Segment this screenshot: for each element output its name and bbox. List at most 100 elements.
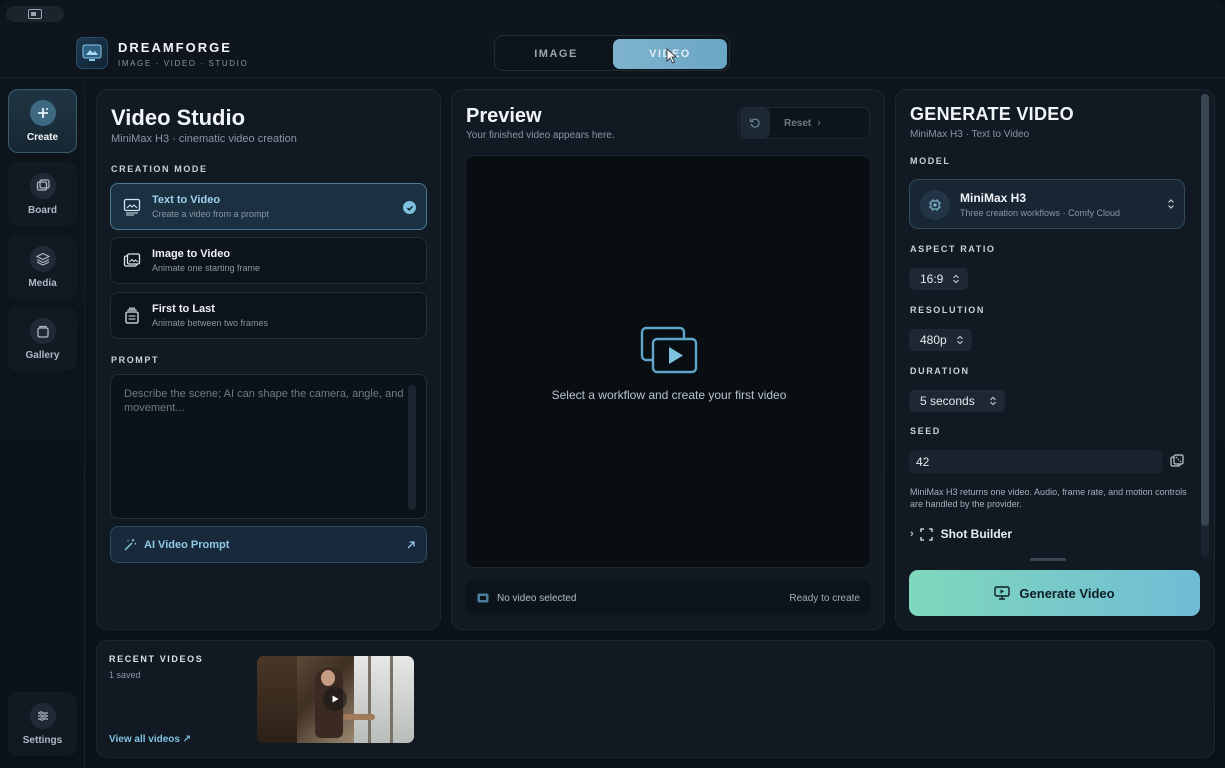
workflow-desc: Create a video from a prompt — [152, 209, 270, 219]
workflow-text-to-video[interactable]: Text to Video Create a video from a prom… — [110, 183, 427, 230]
rail-item-label: Board — [28, 204, 57, 216]
thumbnail-window — [354, 656, 414, 743]
rail-item-gallery[interactable]: Gallery — [8, 307, 77, 371]
chevron-right-icon: › — [910, 528, 914, 540]
studio-title: Video Studio — [111, 105, 246, 130]
preview-area: Select a workflow and create your first … — [465, 155, 871, 568]
generate-subtitle: MiniMax H3 · Text to Video — [910, 129, 1030, 140]
seed-label: SEED — [910, 426, 941, 436]
prompt-input[interactable] — [124, 387, 414, 517]
aspect-ratio-label: ASPECT RATIO — [910, 244, 996, 254]
seed-input[interactable]: 42 — [909, 450, 1162, 473]
model-name: MiniMax H3 — [960, 191, 1027, 205]
provider-note: MiniMax H3 returns one video. Audio, fra… — [910, 487, 1187, 509]
status-right: Ready to create — [789, 592, 860, 604]
reset-icon-button[interactable] — [740, 108, 770, 138]
film-icon — [477, 593, 489, 603]
mode-image-button[interactable]: IMAGE — [499, 39, 613, 69]
rotate-ccw-icon — [749, 118, 760, 128]
chevron-updown-icon — [956, 335, 963, 345]
generate-video-button[interactable]: Generate Video — [909, 570, 1200, 616]
brand-logo — [76, 37, 108, 69]
play-icon[interactable] — [323, 687, 347, 711]
aspect-ratio-value: 16:9 — [920, 272, 944, 286]
ai-prompt-label: AI Video Prompt — [144, 538, 230, 551]
preview-subtitle: Your finished video appears here. — [466, 130, 615, 141]
chevron-updown-icon — [1168, 199, 1174, 209]
monitor-play-icon — [994, 586, 1011, 600]
ai-video-prompt-button[interactable]: AI Video Prompt — [110, 526, 427, 563]
workflow-title: Image to Video — [152, 248, 231, 260]
thumbnail-face — [321, 670, 335, 686]
workflow-title: First to Last — [152, 303, 215, 315]
duration-select[interactable]: 5 seconds — [909, 390, 1005, 412]
workflow-title: Text to Video — [152, 194, 221, 206]
text-image-icon — [123, 198, 141, 216]
video-stack-icon — [640, 326, 698, 374]
model-label: MODEL — [910, 156, 951, 166]
generate-title: GENERATE VIDEO — [910, 104, 1074, 124]
prompt-field — [110, 374, 427, 519]
mode-toggle: IMAGE VIDEO — [494, 35, 730, 71]
brand-name: DREAMFORGE — [118, 40, 232, 55]
preview-panel: Preview Your finished video appears here… — [451, 89, 885, 630]
rail-item-create[interactable]: Create — [8, 89, 77, 153]
sparkle-plus-icon — [29, 99, 56, 126]
view-all-videos-link[interactable]: View all videos ↗ — [109, 734, 191, 745]
chevron-updown-icon — [989, 396, 996, 406]
prompt-scrollbar[interactable] — [408, 385, 416, 510]
aspect-ratio-select[interactable]: 16:9 — [909, 268, 969, 290]
workflow-first-to-last[interactable]: First to Last Animate between two frames — [110, 292, 427, 339]
resolution-label: RESOLUTION — [910, 305, 986, 315]
mouse-cursor-icon — [666, 48, 678, 64]
monitor-logo-icon — [82, 44, 102, 61]
scroll-hint-bar — [1030, 558, 1066, 561]
recent-video-thumbnail[interactable] — [257, 656, 414, 743]
rail-item-label: Media — [28, 277, 57, 289]
app-header: DREAMFORGE IMAGE · VIDEO · STUDIO IMAGE … — [0, 26, 1225, 78]
app-window: DREAMFORGE IMAGE · VIDEO · STUDIO IMAGE … — [0, 0, 1225, 768]
window-chip[interactable] — [6, 6, 64, 22]
recent-videos-panel: RECENT VIDEOS 1 saved View all videos ↗ — [96, 640, 1215, 758]
rail-item-media[interactable]: Media — [8, 235, 77, 299]
preview-status-bar: No video selected Ready to create — [465, 581, 871, 615]
preview-title: Preview — [466, 105, 542, 127]
board-icon — [29, 172, 56, 199]
recent-videos-label: RECENT VIDEOS — [109, 654, 204, 664]
panel-scrollbar-thumb[interactable] — [1201, 94, 1209, 526]
resolution-select[interactable]: 480p — [909, 329, 972, 351]
sidebar-toggle-icon — [28, 9, 42, 19]
recent-videos-count: 1 saved — [109, 670, 141, 680]
thumbnail-table — [343, 714, 375, 720]
frame-corners-icon — [920, 527, 933, 541]
shot-builder-toggle[interactable]: › Shot Builder — [910, 527, 1012, 541]
layers-icon — [29, 245, 56, 272]
chevron-right-icon: › — [817, 117, 821, 129]
reset-button[interactable]: Reset — [784, 118, 811, 129]
workflow-image-to-video[interactable]: Image to Video Animate one starting fram… — [110, 237, 427, 284]
gallery-icon — [29, 317, 56, 344]
studio-subtitle: MiniMax H3 · cinematic video creation — [111, 133, 297, 145]
empty-preview-message: Select a workflow and create your first … — [551, 388, 787, 402]
images-icon — [123, 253, 141, 267]
generate-panel: GENERATE VIDEO MiniMax H3 · Text to Vide… — [895, 89, 1215, 630]
chevron-updown-icon — [953, 274, 960, 284]
resolution-value: 480p — [920, 333, 947, 347]
prompt-label: PROMPT — [111, 355, 160, 365]
creation-mode-label: CREATION MODE — [111, 164, 208, 174]
duration-label: DURATION — [910, 366, 970, 376]
left-rail: Create Board Media Gallery — [0, 78, 85, 768]
workflow-desc: Animate between two frames — [152, 318, 269, 328]
model-desc: Three creation workflows · Comfy Cloud — [960, 208, 1121, 218]
brand-tagline: IMAGE · VIDEO · STUDIO — [118, 59, 249, 68]
rail-item-board[interactable]: Board — [8, 162, 77, 226]
reset-group: Reset › — [738, 107, 870, 139]
rail-item-settings[interactable]: Settings — [8, 692, 77, 756]
shot-builder-label: Shot Builder — [940, 527, 1013, 541]
dice-icon[interactable] — [1170, 454, 1184, 468]
duration-value: 5 seconds — [920, 394, 975, 408]
arrow-up-right-icon — [407, 540, 415, 548]
generate-button-label: Generate Video — [1019, 585, 1115, 601]
model-select[interactable]: MiniMax H3 Three creation workflows · Co… — [909, 179, 1185, 229]
thumbnail-shelf — [257, 656, 297, 743]
